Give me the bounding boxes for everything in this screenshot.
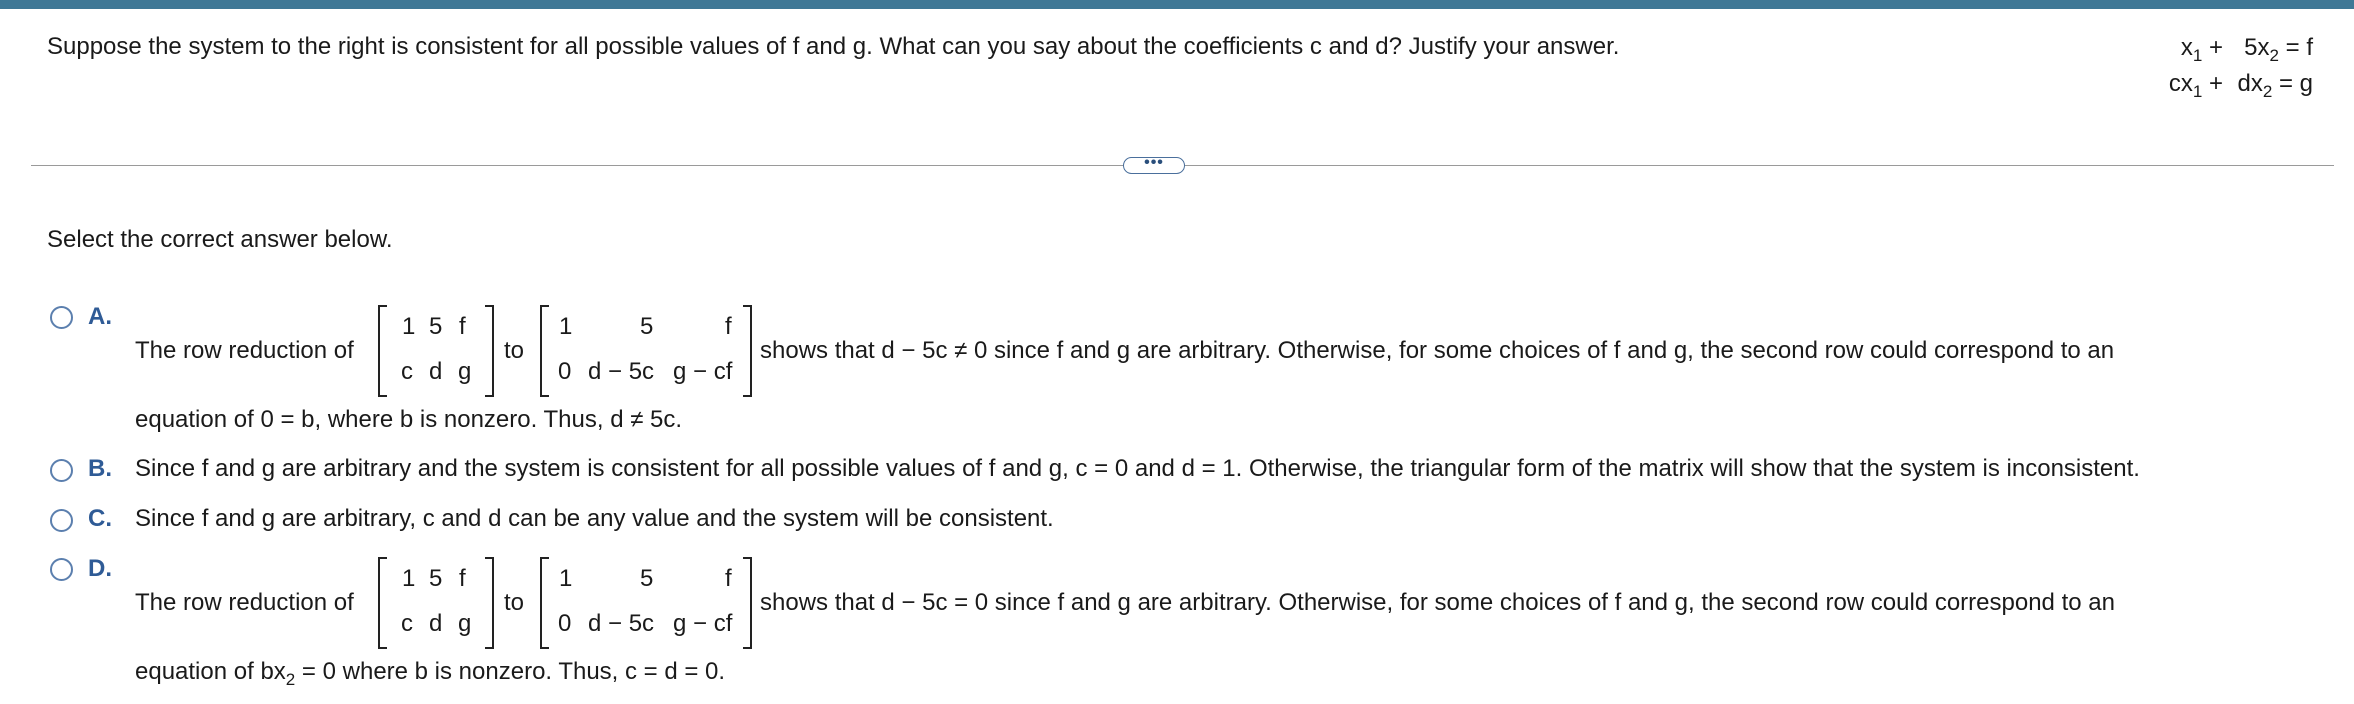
reduced-matrix-d: 1 5 f 0 d − 5c g − cf (540, 557, 752, 649)
option-a-prefix: The row reduction of (135, 337, 354, 364)
option-letter-d: D. (88, 555, 112, 582)
answer-prompt: Select the correct answer below. (47, 226, 393, 253)
matrix-cell: d − 5c (588, 358, 655, 385)
equation-1-left: x1 + (2150, 30, 2223, 66)
matrix-cell: g − cf (673, 358, 733, 385)
reduced-matrix-a: 1 5 f 0 d − 5c g − cf (540, 305, 752, 397)
equals-part: = g (2272, 70, 2313, 97)
matrix-cell: d − 5c (588, 610, 655, 637)
option-d-explanation: shows that d − 5c = 0 since f and g are … (760, 589, 2115, 616)
question-text: Suppose the system to the right is consi… (47, 33, 1620, 60)
option-a-to: to (504, 337, 525, 364)
equation-row-1: x1 + 5x2 = f (2150, 30, 2313, 66)
option-letter-b: B. (88, 455, 112, 482)
option-d-conclusion: equation of bx2 = 0 where b is nonzero. … (135, 658, 726, 689)
matrix-cell: 1 (559, 565, 573, 592)
matrix-cell: 5 (640, 313, 654, 340)
term: x (2180, 34, 2193, 61)
top-accent-bar (0, 0, 2354, 9)
matrix-cell: f (725, 313, 732, 340)
matrix-cell: f (725, 565, 732, 592)
option-a-conclusion: equation of 0 = b, where b is nonzero. T… (135, 406, 683, 433)
option-letter-a: A. (88, 303, 112, 330)
matrix-cell: 5 (640, 565, 654, 592)
equation-system: x1 + 5x2 = f cx1 + dx2 = g (2150, 30, 2313, 102)
matrix-cell: d (429, 610, 443, 637)
option-d-to: to (504, 589, 525, 616)
coefficient-matrix-a: 1 5 f c d g (378, 305, 494, 397)
term: dx (2237, 70, 2263, 97)
radio-button-d[interactable] (50, 558, 73, 581)
radio-button-c[interactable] (50, 509, 73, 532)
subscript: 1 (2192, 82, 2203, 101)
conclusion-part-1: equation of bx (135, 658, 286, 685)
radio-button-a[interactable] (50, 306, 73, 329)
operator: + (2202, 70, 2223, 97)
term: 5x (2244, 34, 2270, 61)
term: cx (2168, 70, 2193, 97)
conclusion-part-2: = 0 where b is nonzero. Thus, c = d = 0. (295, 658, 726, 685)
matrix-cell: f (459, 313, 466, 340)
equation-1-right: 5x2 = f (2223, 30, 2313, 66)
matrix-cell: 0 (558, 358, 572, 385)
matrix-cell: g − cf (673, 610, 733, 637)
subscript: 2 (285, 670, 296, 689)
coefficient-matrix-d: 1 5 f c d g (378, 557, 494, 649)
matrix-cell: 0 (558, 610, 572, 637)
option-letter-c: C. (88, 505, 112, 532)
option-c-text: Since f and g are arbitrary, c and d can… (135, 505, 1054, 532)
matrix-cell: 1 (559, 313, 573, 340)
equation-2-right: dx2 = g (2223, 66, 2313, 102)
matrix-cell: 5 (429, 565, 443, 592)
matrix-cell: g (458, 358, 472, 385)
equals-part: = f (2278, 34, 2313, 61)
matrix-cell: c (401, 358, 413, 385)
matrix-cell: c (401, 610, 413, 637)
more-options-button[interactable]: ••• (1123, 155, 1185, 174)
subscript: 1 (2192, 46, 2203, 65)
matrix-cell: 1 (402, 565, 416, 592)
option-b-text: Since f and g are arbitrary and the syst… (135, 455, 2140, 482)
radio-button-b[interactable] (50, 459, 73, 482)
matrix-cell: 5 (429, 313, 443, 340)
equation-row-2: cx1 + dx2 = g (2150, 66, 2313, 102)
matrix-cell: 1 (402, 313, 416, 340)
operator: + (2202, 34, 2223, 61)
subscript: 2 (2269, 46, 2279, 65)
option-a-explanation: shows that d − 5c ≠ 0 since f and g are … (760, 337, 2115, 364)
option-d-prefix: The row reduction of (135, 589, 354, 616)
subscript: 2 (2262, 82, 2273, 101)
matrix-cell: f (459, 565, 466, 592)
matrix-cell: g (458, 610, 472, 637)
equation-2-left: cx1 + (2150, 66, 2223, 102)
matrix-cell: d (429, 358, 443, 385)
